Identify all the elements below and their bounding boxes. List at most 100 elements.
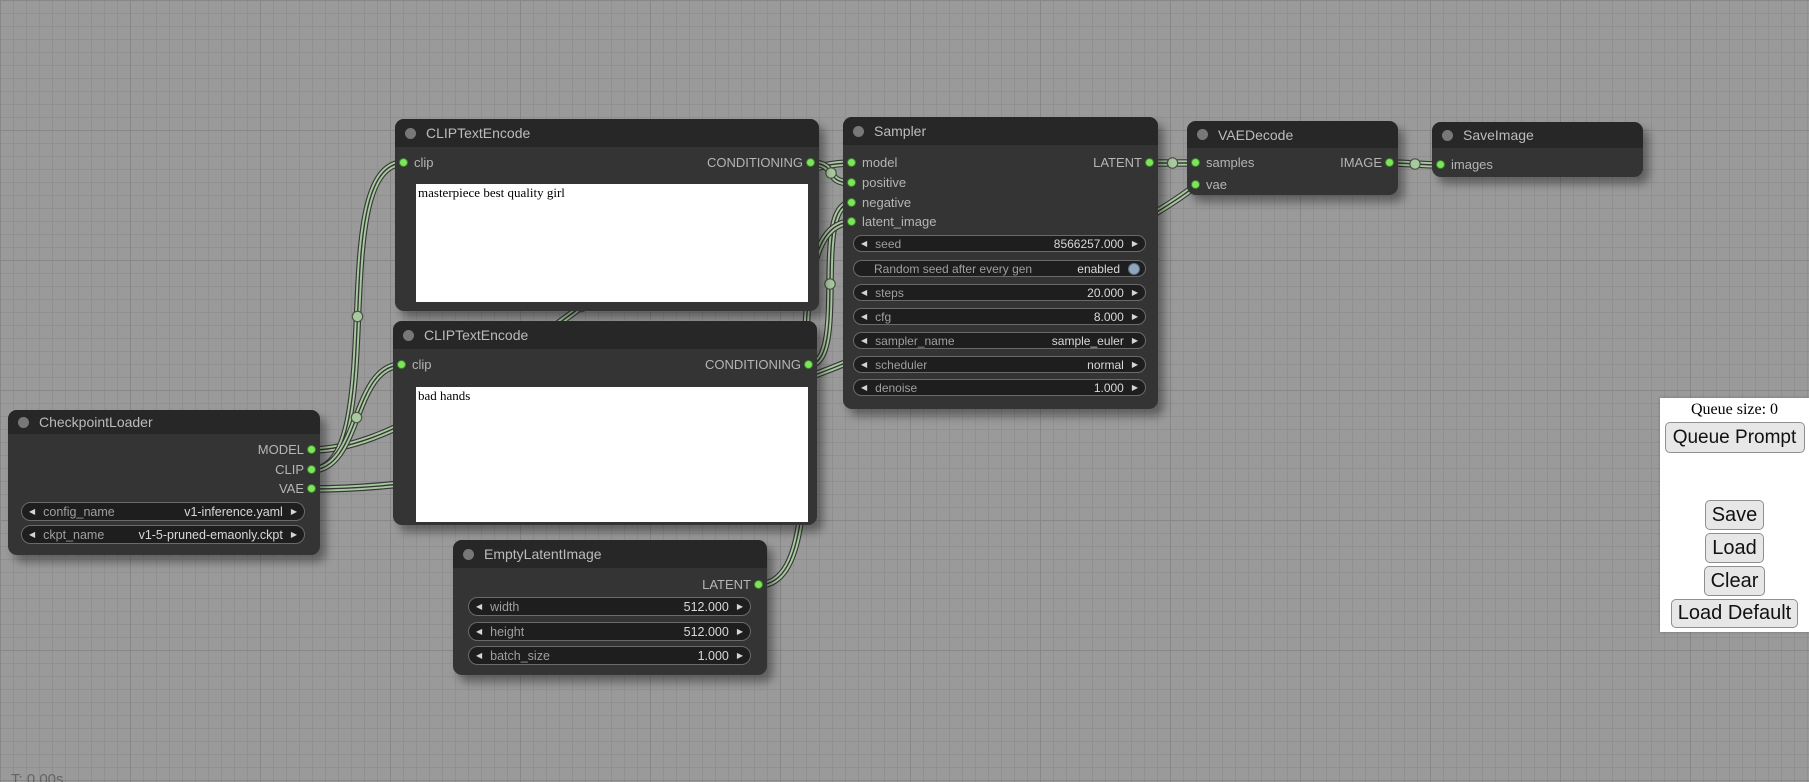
- link-midpoint-dot: [351, 412, 361, 422]
- increment-arrow-icon[interactable]: ▶: [1132, 240, 1138, 248]
- output-port-vae-icon[interactable]: [307, 484, 316, 493]
- widget-random-seed-toggle[interactable]: Random seed after every gen enabled: [853, 260, 1146, 277]
- widget-label: sampler_name: [875, 334, 954, 348]
- increment-arrow-icon[interactable]: ▶: [1132, 289, 1138, 297]
- widget-denoise[interactable]: ◀ denoise 1.000 ▶: [853, 379, 1146, 396]
- collapse-dot-icon[interactable]: [1442, 130, 1453, 141]
- node-cliptextencode-positive[interactable]: CLIPTextEncode clip CONDITIONING masterp…: [395, 119, 819, 311]
- output-port-label-model: MODEL: [258, 442, 304, 458]
- increment-arrow-icon[interactable]: ▶: [291, 508, 297, 516]
- node-title-bar[interactable]: SaveImage: [1432, 122, 1643, 148]
- node-emptylatentimage[interactable]: EmptyLatentImage LATENT ◀ width 512.000 …: [453, 540, 767, 675]
- graph-canvas[interactable]: T: 0.00s CheckpointLoader MODEL CLIP VAE…: [0, 0, 1809, 782]
- collapse-dot-icon[interactable]: [463, 549, 474, 560]
- save-button[interactable]: Save: [1705, 500, 1765, 530]
- decrement-arrow-icon[interactable]: ◀: [861, 289, 867, 297]
- input-port-positive-icon[interactable]: [847, 178, 856, 187]
- prompt-textarea[interactable]: bad hands: [416, 387, 808, 522]
- node-title-bar[interactable]: CLIPTextEncode: [393, 321, 817, 349]
- increment-arrow-icon[interactable]: ▶: [737, 652, 743, 660]
- node-title-bar[interactable]: CheckpointLoader: [8, 410, 320, 434]
- input-port-negative-icon[interactable]: [847, 198, 856, 207]
- node-title: CheckpointLoader: [39, 414, 153, 430]
- toggle-icon[interactable]: [1128, 263, 1140, 275]
- output-port-model-icon[interactable]: [307, 445, 316, 454]
- input-port-clip-icon[interactable]: [397, 360, 406, 369]
- widget-batch-size[interactable]: ◀ batch_size 1.000 ▶: [468, 646, 751, 665]
- widget-cfg[interactable]: ◀ cfg 8.000 ▶: [853, 308, 1146, 325]
- decrement-arrow-icon[interactable]: ◀: [476, 628, 482, 636]
- widget-config-name[interactable]: ◀ config_name v1-inference.yaml ▶: [21, 502, 305, 521]
- decrement-arrow-icon[interactable]: ◀: [861, 337, 867, 345]
- node-title-bar[interactable]: Sampler: [843, 117, 1158, 145]
- widget-height[interactable]: ◀ height 512.000 ▶: [468, 622, 751, 641]
- output-port-latent-icon[interactable]: [1145, 158, 1154, 167]
- load-button[interactable]: Load: [1705, 533, 1764, 563]
- increment-arrow-icon[interactable]: ▶: [1132, 361, 1138, 369]
- widget-value: 8566257.000: [1054, 237, 1124, 251]
- node-checkpointloader[interactable]: CheckpointLoader MODEL CLIP VAE ◀ config…: [8, 410, 320, 555]
- queue-prompt-button[interactable]: Queue Prompt: [1665, 422, 1805, 453]
- load-default-button[interactable]: Load Default: [1671, 599, 1798, 628]
- node-saveimage[interactable]: SaveImage images: [1432, 122, 1643, 177]
- decrement-arrow-icon[interactable]: ◀: [861, 361, 867, 369]
- input-port-images-icon[interactable]: [1436, 160, 1445, 169]
- output-port-latent-icon[interactable]: [754, 580, 763, 589]
- widget-label: height: [490, 625, 524, 639]
- input-port-vae-icon[interactable]: [1191, 180, 1200, 189]
- widget-ckpt-name[interactable]: ◀ ckpt_name v1-5-pruned-emaonly.ckpt ▶: [21, 525, 305, 544]
- increment-arrow-icon[interactable]: ▶: [1132, 313, 1138, 321]
- node-title-bar[interactable]: VAEDecode: [1187, 121, 1398, 148]
- widget-value: 1.000: [698, 649, 729, 663]
- decrement-arrow-icon[interactable]: ◀: [29, 531, 35, 539]
- widget-label: ckpt_name: [43, 528, 104, 542]
- node-title: VAEDecode: [1218, 127, 1293, 143]
- link-midpoint-dot: [825, 279, 835, 289]
- output-port-conditioning-icon[interactable]: [804, 360, 813, 369]
- widget-value: 8.000: [1094, 310, 1124, 324]
- output-port-clip-icon[interactable]: [307, 465, 316, 474]
- output-port-label-latent: LATENT: [1093, 155, 1142, 171]
- decrement-arrow-icon[interactable]: ◀: [861, 240, 867, 248]
- collapse-dot-icon[interactable]: [1197, 129, 1208, 140]
- widget-width[interactable]: ◀ width 512.000 ▶: [468, 597, 751, 616]
- increment-arrow-icon[interactable]: ▶: [737, 628, 743, 636]
- decrement-arrow-icon[interactable]: ◀: [29, 508, 35, 516]
- decrement-arrow-icon[interactable]: ◀: [861, 313, 867, 321]
- node-sampler[interactable]: Sampler model positive negative latent_i…: [843, 117, 1158, 409]
- increment-arrow-icon[interactable]: ▶: [737, 603, 743, 611]
- increment-arrow-icon[interactable]: ▶: [1132, 337, 1138, 345]
- increment-arrow-icon[interactable]: ▶: [1132, 384, 1138, 392]
- prompt-textarea[interactable]: masterpiece best quality girl: [416, 184, 808, 302]
- widget-seed[interactable]: ◀ seed 8566257.000 ▶: [853, 235, 1146, 252]
- widget-steps[interactable]: ◀ steps 20.000 ▶: [853, 284, 1146, 301]
- widget-value: sample_euler: [1052, 334, 1124, 348]
- increment-arrow-icon[interactable]: ▶: [291, 531, 297, 539]
- clear-button[interactable]: Clear: [1704, 566, 1766, 596]
- node-title: SaveImage: [1463, 127, 1534, 143]
- widget-sampler-name[interactable]: ◀ sampler_name sample_euler ▶: [853, 332, 1146, 349]
- link-midpoint-dot: [1410, 159, 1420, 169]
- node-vaedecode[interactable]: VAEDecode samples vae IMAGE: [1187, 121, 1398, 195]
- node-title-bar[interactable]: EmptyLatentImage: [453, 540, 767, 568]
- node-title-bar[interactable]: CLIPTextEncode: [395, 119, 819, 147]
- input-port-clip-icon[interactable]: [399, 158, 408, 167]
- link-midpoint-dot: [352, 311, 362, 321]
- node-cliptextencode-negative[interactable]: CLIPTextEncode clip CONDITIONING bad han…: [393, 321, 817, 525]
- collapse-dot-icon[interactable]: [403, 330, 414, 341]
- collapse-dot-icon[interactable]: [18, 417, 29, 428]
- input-port-latent-image-icon[interactable]: [847, 217, 856, 226]
- widget-label: width: [490, 600, 519, 614]
- render-time-status: T: 0.00s: [11, 771, 64, 782]
- widget-value: 512.000: [684, 600, 729, 614]
- collapse-dot-icon[interactable]: [853, 126, 864, 137]
- input-port-model-icon[interactable]: [847, 158, 856, 167]
- input-port-samples-icon[interactable]: [1191, 158, 1200, 167]
- decrement-arrow-icon[interactable]: ◀: [476, 603, 482, 611]
- output-port-conditioning-icon[interactable]: [806, 158, 815, 167]
- widget-scheduler[interactable]: ◀ scheduler normal ▶: [853, 356, 1146, 373]
- collapse-dot-icon[interactable]: [405, 128, 416, 139]
- output-port-image-icon[interactable]: [1385, 158, 1394, 167]
- decrement-arrow-icon[interactable]: ◀: [861, 384, 867, 392]
- decrement-arrow-icon[interactable]: ◀: [476, 652, 482, 660]
